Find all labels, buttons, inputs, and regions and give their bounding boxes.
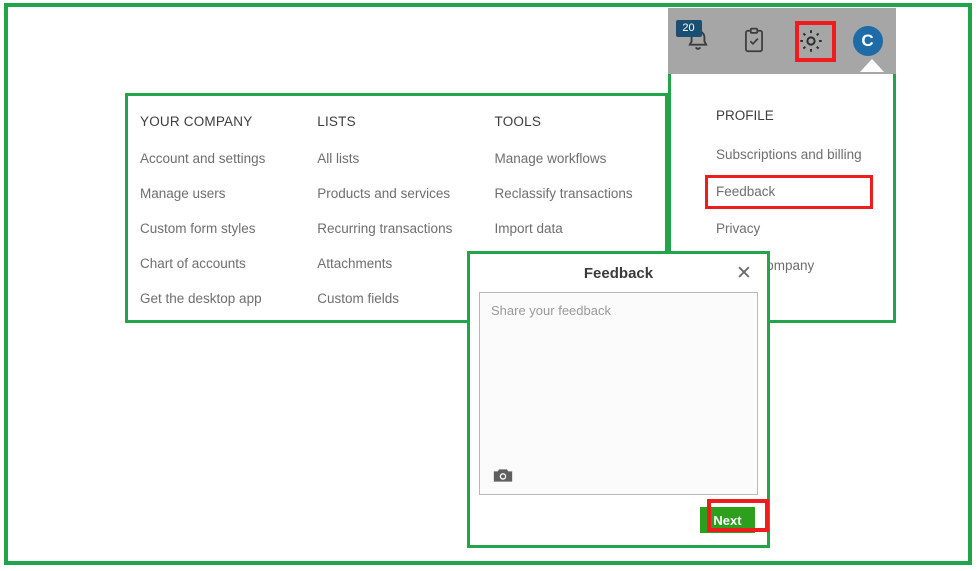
clipboard-check-icon [744, 27, 763, 53]
menu-item-feedback[interactable]: Feedback [716, 184, 893, 199]
feedback-modal-footer: Next [470, 495, 767, 545]
menu-item-get-the-desktop-app[interactable]: Get the desktop app [140, 291, 317, 306]
profile-menu-list: PROFILE Subscriptions and billing Feedba… [671, 74, 893, 273]
menu-item-subscriptions-and-billing[interactable]: Subscriptions and billing [716, 147, 893, 162]
camera-icon[interactable] [492, 467, 514, 484]
bell-icon-wrap: 20 [675, 20, 714, 58]
feedback-modal: Feedback ✕ Share your feedback Next [467, 251, 770, 548]
menu-item-all-lists[interactable]: All lists [317, 151, 494, 166]
profile-heading: PROFILE [716, 108, 774, 123]
menu-item-privacy[interactable]: Privacy [716, 221, 893, 236]
menu-item-account-and-settings[interactable]: Account and settings [140, 151, 317, 166]
tasks-button[interactable] [725, 8, 782, 74]
dropdown-caret-icon [860, 59, 884, 72]
screenshot-root: 20 C YOUR COMPANY Account and settings M… [0, 0, 978, 571]
column-heading: LISTS [317, 114, 356, 129]
menu-item-recurring-transactions[interactable]: Recurring transactions [317, 221, 494, 236]
mega-column-your-company: YOUR COMPANY Account and settings Manage… [140, 114, 317, 326]
notification-badge: 20 [675, 20, 702, 37]
menu-item-import-data[interactable]: Import data [495, 221, 665, 236]
menu-item-chart-of-accounts[interactable]: Chart of accounts [140, 256, 317, 271]
highlight-box-gear [795, 21, 836, 62]
menu-item-manage-workflows[interactable]: Manage workflows [495, 151, 665, 166]
feedback-textarea-placeholder: Share your feedback [491, 303, 611, 318]
feedback-modal-title: Feedback [583, 264, 654, 282]
column-heading: YOUR COMPANY [140, 114, 253, 129]
menu-item-manage-users[interactable]: Manage users [140, 186, 317, 201]
column-heading: TOOLS [494, 114, 542, 129]
feedback-textarea[interactable]: Share your feedback [479, 292, 758, 495]
menu-item-products-and-services[interactable]: Products and services [317, 186, 494, 201]
menu-item-custom-form-styles[interactable]: Custom form styles [140, 221, 317, 236]
feedback-modal-header: Feedback ✕ [470, 254, 767, 292]
notifications-button[interactable]: 20 [668, 8, 725, 74]
next-button[interactable]: Next [700, 507, 755, 533]
avatar: C [852, 26, 883, 56]
close-icon[interactable]: ✕ [733, 262, 755, 284]
menu-item-reclassify-transactions[interactable]: Reclassify transactions [495, 186, 665, 201]
